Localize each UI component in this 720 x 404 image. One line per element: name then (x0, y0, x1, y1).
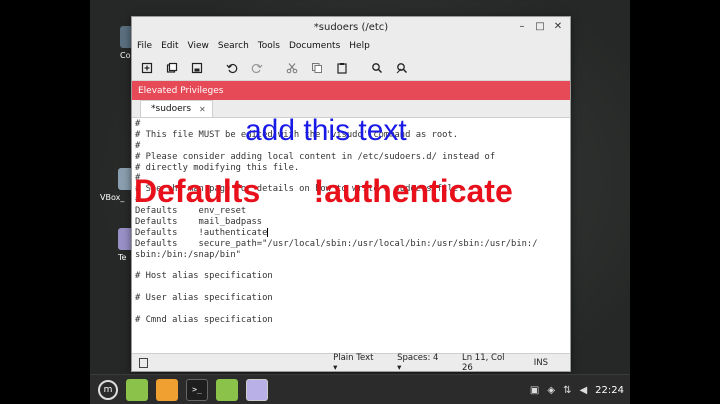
syntax-selector[interactable]: Plain Text ▾ (333, 353, 375, 372)
volume-icon[interactable]: ◀ (579, 385, 587, 396)
new-doc-icon[interactable] (138, 59, 156, 77)
menu-help[interactable]: Help (349, 41, 370, 51)
insert-mode: INS (533, 357, 548, 368)
text-editor-icon[interactable] (246, 378, 268, 401)
taskbar: m >_ ▣ ◈ ⇅ ◀ 22:24 (90, 374, 630, 404)
minimize-button[interactable]: – (516, 20, 528, 34)
tab-close-icon[interactable]: ✕ (199, 105, 206, 114)
privileges-label: Elevated Privileges (138, 85, 224, 96)
search-icon[interactable] (368, 59, 386, 77)
tab-width-selector[interactable]: Spaces: 4 ▾ (397, 353, 440, 372)
desktop-icon-label: Te (118, 253, 127, 262)
redo-icon[interactable] (248, 59, 266, 77)
undo-icon[interactable] (223, 59, 241, 77)
menu-bar: File Edit View Search Tools Documents He… (132, 37, 570, 55)
title-bar[interactable]: *sudoers (/etc) – □ ✕ (132, 17, 570, 37)
status-bar: Plain Text ▾ Spaces: 4 ▾ Ln 11, Col 26 I… (132, 353, 570, 371)
menu-icon[interactable]: m (98, 379, 118, 400)
replace-icon[interactable] (393, 59, 411, 77)
tab-label: *sudoers (151, 104, 192, 114)
editor-line: sbin:/bin:/snap/bin" (135, 249, 241, 260)
editor-line: # directly modifying this file. (135, 162, 300, 173)
window-controls: – □ ✕ (516, 20, 564, 34)
editor-line-text: Defaults !authenticate (135, 227, 268, 238)
clipboard-icon[interactable]: ▣ (530, 385, 539, 396)
editor-line: # Cmnd alias specification (135, 315, 273, 326)
tab-sudoers[interactable]: *sudoers ✕ (140, 100, 213, 117)
folder-icon[interactable] (216, 378, 238, 401)
menu-tools[interactable]: Tools (258, 41, 280, 51)
toolbar (132, 55, 570, 81)
menu-view[interactable]: View (188, 41, 209, 51)
firefox-icon[interactable] (156, 378, 178, 401)
text-cursor (267, 227, 269, 237)
network-icon[interactable]: ⇅ (563, 385, 571, 396)
text-editor-area[interactable]: # # This file MUST be edited with the 'v… (132, 119, 570, 353)
cursor-position: Ln 11, Col 26 (461, 352, 505, 372)
desktop-icon-label: VBox_ (100, 193, 125, 202)
menu-file[interactable]: File (137, 41, 152, 51)
cut-icon[interactable] (283, 59, 301, 77)
window-title: *sudoers (/etc) (313, 21, 389, 33)
save-icon[interactable] (188, 59, 206, 77)
menu-edit[interactable]: Edit (161, 41, 178, 51)
paste-icon[interactable] (333, 59, 351, 77)
terminal-icon[interactable]: >_ (186, 378, 208, 401)
editor-line: Defaults mail_badpass (135, 217, 263, 228)
shield-icon[interactable]: ◈ (547, 385, 555, 396)
editor-line: # User alias specification (135, 293, 273, 304)
system-tray: ▣ ◈ ⇅ ◀ 22:24 (530, 375, 624, 404)
desktop-icon-label: Co (120, 51, 131, 60)
elevated-privileges-bar: Elevated Privileges (132, 81, 570, 100)
annotation-red-text: Defaults !authenticate (134, 173, 513, 209)
maximize-button[interactable]: □ (534, 20, 546, 34)
open-icon[interactable] (163, 59, 181, 77)
editor-line-current: Defaults !authenticate (135, 227, 570, 239)
menu-documents[interactable]: Documents (289, 41, 340, 51)
editor-line: # Host alias specification (135, 271, 273, 282)
clock[interactable]: 22:24 (595, 385, 624, 396)
editor-line: # Please consider adding local content i… (135, 151, 496, 162)
copy-icon[interactable] (308, 59, 326, 77)
editor-line: Defaults secure_path="/usr/local/sbin:/u… (135, 238, 538, 249)
sidebar-toggle-icon[interactable] (139, 357, 149, 368)
menu-search[interactable]: Search (218, 41, 249, 51)
files-icon[interactable] (126, 378, 148, 401)
close-button[interactable]: ✕ (552, 20, 564, 34)
annotation-blue-text: add this text (245, 114, 407, 147)
